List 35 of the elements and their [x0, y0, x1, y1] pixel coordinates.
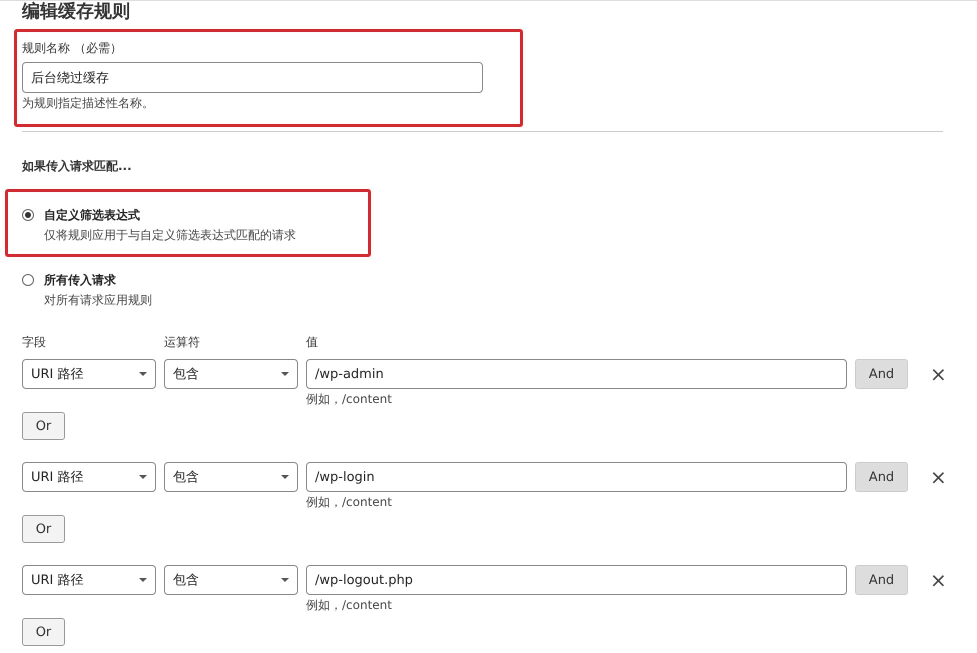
- and-button[interactable]: And: [855, 565, 908, 595]
- option-title: 所有传入请求: [44, 272, 117, 289]
- option-description: 对所有请求应用规则: [44, 292, 152, 309]
- remove-button[interactable]: ×: [924, 465, 953, 489]
- and-button[interactable]: And: [855, 359, 908, 389]
- value-hint: 例如，/content: [306, 597, 393, 614]
- field-dropdown[interactable]: URI 路径: [22, 565, 156, 595]
- or-button[interactable]: Or: [22, 618, 65, 646]
- page-title: 编辑缓存规则: [22, 1, 131, 23]
- field-dropdown[interactable]: URI 路径: [22, 462, 156, 492]
- remove-button[interactable]: ×: [924, 362, 953, 386]
- remove-button[interactable]: ×: [924, 568, 953, 592]
- value-hint: 例如，/content: [306, 494, 393, 511]
- operator-dropdown[interactable]: 包含: [164, 565, 298, 595]
- value-field[interactable]: /wp-logout.php: [306, 565, 847, 595]
- operator-dropdown[interactable]: 包含: [164, 359, 298, 389]
- section-heading: 如果传入请求匹配...: [22, 158, 133, 175]
- or-button[interactable]: Or: [22, 515, 65, 543]
- option-title: 自定义筛选表达式: [44, 207, 141, 224]
- operator-dropdown[interactable]: 包含: [164, 462, 298, 492]
- value-hint: 例如，/content: [306, 391, 393, 408]
- value-field[interactable]: /wp-admin: [306, 359, 847, 389]
- column-label: 字段: [22, 335, 46, 349]
- radio-button[interactable]: [22, 209, 34, 221]
- field-hint: 为规则指定描述性名称。: [22, 95, 155, 112]
- field-label: 规则名称 （必需）: [22, 40, 123, 57]
- or-button[interactable]: Or: [22, 412, 65, 440]
- and-button[interactable]: And: [855, 462, 908, 492]
- field-dropdown[interactable]: URI 路径: [22, 359, 156, 389]
- column-label: 运算符: [164, 335, 200, 349]
- option-description: 仅将规则应用于与自定义筛选表达式匹配的请求: [44, 227, 296, 244]
- rule-name-field[interactable]: 后台绕过缓存: [22, 62, 483, 93]
- radio-button[interactable]: [22, 274, 34, 286]
- value-field[interactable]: /wp-login: [306, 462, 847, 492]
- column-label: 值: [306, 335, 318, 349]
